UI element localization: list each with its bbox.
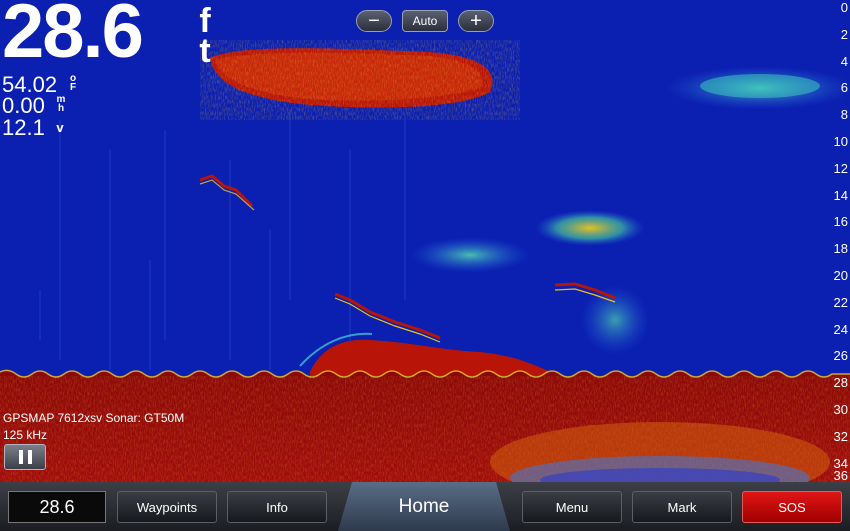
water-temp-unit: o F	[69, 73, 77, 93]
depth-scale-tick: 16	[833, 214, 848, 230]
pause-icon	[18, 450, 23, 464]
zoom-in-button[interactable]: +	[458, 10, 494, 32]
depth-scale-tick: 0	[840, 0, 848, 15]
depth-scale-tick: 32	[833, 428, 848, 444]
depth-unit-bottom: t	[199, 32, 211, 70]
sonar-frequency: 125 kHz	[3, 428, 48, 442]
depth-readout: 28.6	[2, 0, 144, 74]
depth-scale: 0 2 4 6 8 10 12 14 16 18 20 22 24 26 28 30 32 34 36	[828, 0, 850, 482]
depth-scale-tick: 24	[833, 321, 848, 337]
depth-scale-tick: 28	[833, 375, 848, 391]
mark-button[interactable]: Mark	[632, 491, 732, 523]
sonar-device-label: GPSMAP 7612xsv Sonar: GT50M	[3, 411, 185, 425]
zoom-auto-button[interactable]: Auto	[402, 10, 448, 32]
depth-scale-tick: 10	[833, 134, 848, 149]
depth-scale-tick: 36	[833, 468, 848, 482]
depth-scale-tick: 12	[833, 160, 848, 176]
pause-button[interactable]	[4, 444, 46, 470]
depth-scale-tick: 20	[833, 268, 848, 283]
speed-unit: m h	[56, 94, 66, 114]
info-button[interactable]: Info	[227, 491, 327, 523]
depth-scale-tick: 2	[840, 26, 848, 42]
zoom-out-button[interactable]: −	[356, 10, 392, 32]
depth-scale-tick: 18	[833, 241, 848, 257]
sos-button[interactable]: SOS	[742, 491, 842, 523]
depth-scale-tick: 4	[840, 53, 848, 69]
menu-button[interactable]: Menu	[522, 491, 622, 523]
depth-scale-tick: 8	[840, 107, 848, 123]
home-button[interactable]: Home	[338, 482, 510, 531]
bottom-bar: 28.6 Waypoints Info Home Menu Mark SOS	[0, 482, 850, 531]
depth-scale-tick: 30	[833, 402, 848, 417]
depth-data-field[interactable]: 28.6	[8, 491, 106, 523]
depth-scale-tick: 22	[833, 294, 848, 310]
voltage-readout: 12.1	[2, 115, 45, 140]
depth-unit: f t	[196, 4, 214, 70]
depth-scale-tick: 6	[840, 80, 848, 96]
voltage-unit: v	[56, 120, 64, 135]
depth-scale-tick: 26	[833, 348, 848, 364]
depth-scale-tick: 14	[833, 187, 848, 203]
speed-readout: 0.00	[2, 93, 45, 118]
waypoints-button[interactable]: Waypoints	[117, 491, 217, 523]
sonar-view[interactable]: 28.6 f t 54.02 o F 0.00 m h 12.1 v − Aut…	[0, 0, 850, 482]
